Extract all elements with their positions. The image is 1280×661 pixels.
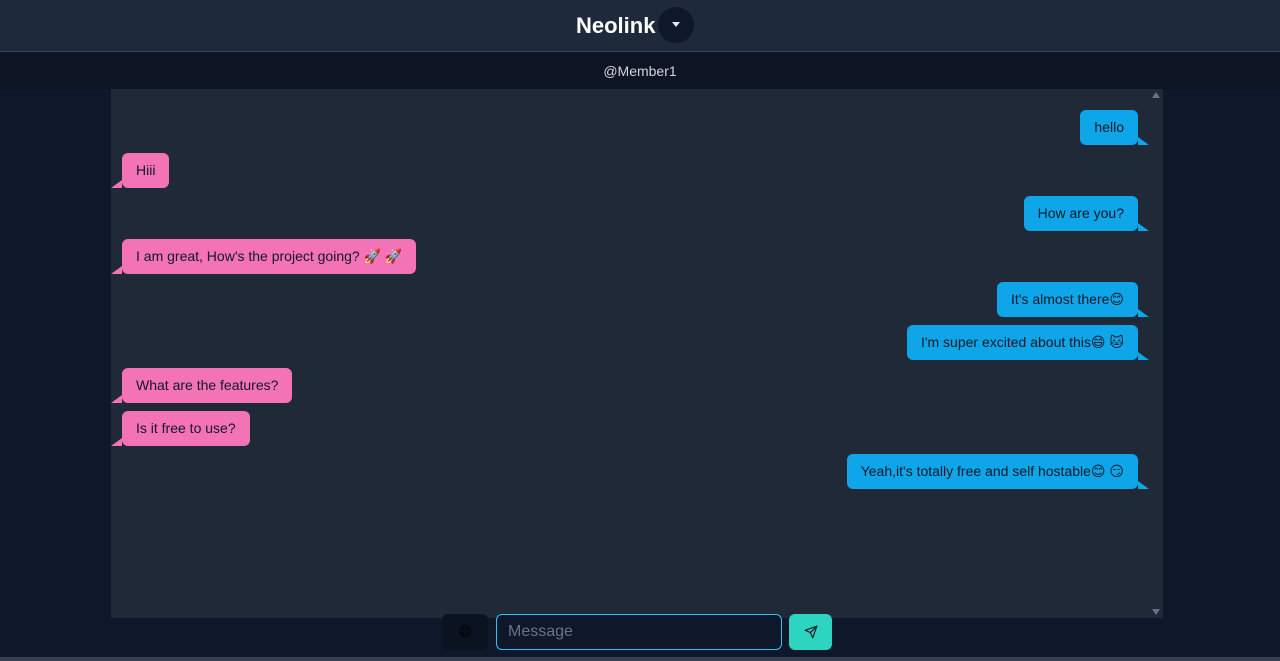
message-bubble-received: Is it free to use? — [111, 411, 250, 446]
message-list-scrollbar[interactable] — [1149, 89, 1163, 618]
caret-down-icon — [672, 22, 680, 27]
message-bubble-sent: How are you? — [1023, 196, 1150, 231]
scroll-down-icon[interactable] — [1152, 609, 1160, 615]
smile-emoji-icon: 😄 — [458, 624, 472, 639]
footer-divider — [0, 657, 1280, 661]
message-bubble-sent: It's almost there😊 — [997, 282, 1149, 317]
header-dropdown-button[interactable] — [658, 7, 694, 43]
chat-user-bar: @Member1 — [0, 53, 1280, 89]
message-bubble-received: Hiii — [110, 153, 170, 188]
paper-plane-icon — [804, 625, 817, 639]
message-input[interactable] — [496, 614, 782, 650]
message-bubble-received: What are the features? — [110, 368, 293, 403]
message-bubble-received: I am great, How's the project going? 🚀 🚀 — [110, 239, 417, 274]
scroll-up-icon[interactable] — [1152, 92, 1160, 98]
app-title: Neolink — [576, 13, 656, 38]
message-bubble-sent: Yeah,it's totally free and self hostable… — [846, 454, 1150, 489]
chat-user-handle: @Member1 — [603, 63, 677, 79]
send-button[interactable] — [789, 614, 832, 650]
message-bubble-sent: I'm super excited about this😄 🐱 — [906, 325, 1150, 360]
app-header: Neolink — [0, 0, 1280, 52]
emoji-picker-button[interactable]: 😄 — [442, 614, 488, 650]
message-bubble-sent: hello — [1080, 110, 1149, 145]
